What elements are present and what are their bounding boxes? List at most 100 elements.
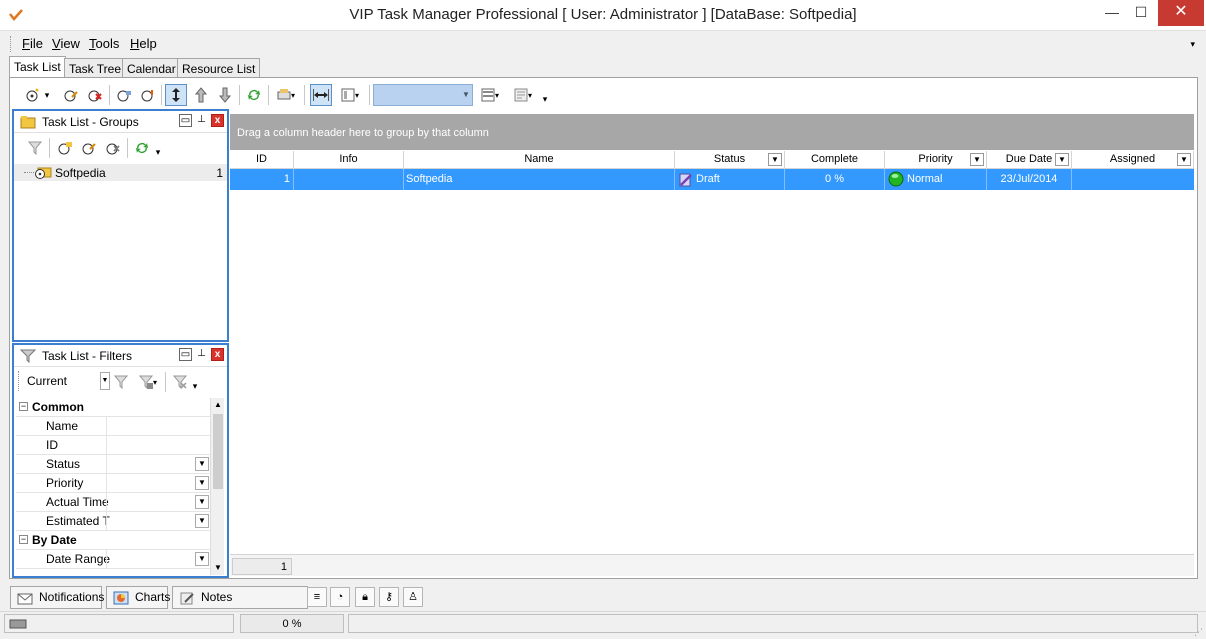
tab-task-tree[interactable]: Task Tree [64, 58, 127, 78]
column-header-assigned[interactable]: Assigned ▼ [1072, 151, 1194, 169]
menu-overflow-icon[interactable]: ▾ [1190, 39, 1195, 50]
panel-close-icon[interactable]: x [211, 114, 224, 127]
chevron-down-icon[interactable]: ▼ [195, 457, 209, 471]
column-header-complete[interactable]: Complete [785, 151, 885, 169]
tab-notifications[interactable]: Notifications [10, 586, 104, 609]
print-dropdown-icon[interactable]: ▾ [272, 84, 300, 106]
filter-row-status[interactable]: Status ▼ [16, 455, 212, 474]
chevron-down-icon[interactable]: ▼ [195, 476, 209, 490]
chevron-down-icon[interactable]: ▼ [195, 514, 209, 528]
groups-overflow-icon[interactable]: ▾ [153, 141, 163, 163]
scroll-thumb[interactable] [213, 414, 223, 489]
tab-resource-list[interactable]: Resource List [177, 58, 261, 78]
notes-task-icon[interactable]: ◔ [330, 587, 350, 607]
toolbar-overflow-icon[interactable]: ▾ [539, 88, 551, 110]
category-common[interactable]: − Common [16, 398, 212, 417]
column-layout-icon[interactable]: ▾ [335, 84, 365, 106]
new-task-dropdown-icon[interactable]: ▾ [42, 84, 52, 106]
close-button[interactable]: ✕ [1158, 0, 1204, 26]
tab-charts[interactable]: Charts [106, 586, 170, 609]
column-header-status[interactable]: Status ▼ [675, 151, 785, 169]
chevron-down-icon[interactable]: ▼ [768, 153, 782, 166]
menu-tools[interactable]: Tools [89, 36, 119, 51]
edit-group-icon[interactable] [78, 137, 100, 159]
filter-value-field[interactable]: ▼ [106, 512, 211, 530]
menu-help[interactable]: Help [130, 36, 157, 51]
filter-row-actual-time[interactable]: Actual Time ▼ [16, 493, 212, 512]
filter-value-field[interactable]: ▼ [106, 455, 211, 473]
column-header-name[interactable]: Name [404, 151, 675, 169]
tab-notes[interactable]: Notes [172, 586, 308, 609]
notes-list-icon[interactable]: ≡ [307, 587, 327, 607]
filters-overflow-icon[interactable]: ▾ [190, 375, 200, 397]
collapse-icon[interactable]: − [19, 402, 28, 411]
add-group-icon[interactable] [54, 137, 76, 159]
new-task-icon[interactable] [22, 84, 44, 106]
collapse-icon[interactable]: − [19, 535, 28, 544]
column-header-info[interactable]: Info [294, 151, 404, 169]
filter-row-name[interactable]: Name [16, 417, 212, 436]
tab-task-list[interactable]: Task List [9, 56, 66, 78]
filter-value-field[interactable] [106, 417, 211, 435]
notes-pen-icon [180, 592, 194, 605]
filter-row-id[interactable]: ID [16, 436, 212, 455]
chevron-down-icon[interactable]: ▼ [970, 153, 984, 166]
scroll-down-icon[interactable]: ▼ [211, 561, 225, 575]
filter-current-combo[interactable]: Current ▼ [18, 371, 110, 391]
panel-restore-icon[interactable]: ▭ [179, 348, 192, 361]
lock-icon[interactable]: 🔒︎ [355, 587, 375, 607]
move-task-icon[interactable] [165, 84, 187, 106]
column-header-priority[interactable]: Priority ▼ [885, 151, 987, 169]
scroll-up-icon[interactable]: ▲ [211, 398, 225, 412]
maximize-button[interactable]: ☐ [1127, 0, 1155, 26]
report-options-icon[interactable]: ▾ [509, 84, 537, 106]
panel-pin-icon[interactable]: ⊥ [195, 348, 208, 361]
filter-row-date-range[interactable]: Date Range ▼ [16, 550, 212, 569]
filter-row-estimated-time[interactable]: Estimated T ▼ [16, 512, 212, 531]
table-row[interactable]: 1 Softpedia Draft 0 % Normal 23/Jul/2014 [230, 169, 1194, 190]
edit-task-icon[interactable] [60, 84, 82, 106]
menu-view[interactable]: View [52, 36, 80, 51]
filter-funnel-icon[interactable] [24, 137, 46, 159]
column-header-id[interactable]: ID [230, 151, 294, 169]
delete-task-icon[interactable] [84, 84, 106, 106]
delete-group-icon[interactable] [102, 137, 124, 159]
fit-columns-icon[interactable] [310, 84, 332, 106]
filter-value-field[interactable]: ▼ [106, 493, 211, 511]
move-down-icon[interactable] [214, 84, 236, 106]
groups-tree-item[interactable]: Softpedia 1 [14, 164, 227, 181]
resize-grip-icon[interactable]: ⋰ [1194, 627, 1204, 637]
refresh-icon[interactable] [243, 84, 265, 106]
panel-close-icon[interactable]: x [211, 348, 224, 361]
task-properties-icon[interactable] [113, 84, 135, 106]
chevron-down-icon[interactable]: ▼ [460, 85, 472, 105]
task-reminder-icon[interactable] [137, 84, 159, 106]
refresh-groups-icon[interactable] [131, 137, 153, 159]
menu-file[interactable]: File [22, 36, 43, 51]
tab-calendar[interactable]: Calendar [122, 58, 181, 78]
panel-restore-icon[interactable]: ▭ [179, 114, 192, 127]
category-by-date[interactable]: − By Date [16, 531, 212, 550]
user-icon[interactable]: ♙ [403, 587, 423, 607]
minimize-button[interactable]: — [1098, 0, 1126, 26]
key-icon[interactable]: ⚷ [379, 587, 399, 607]
filter-value-field[interactable]: ▼ [106, 474, 211, 492]
filters-scrollbar[interactable]: ▲ ▼ [210, 398, 224, 575]
clear-filter-icon[interactable] [169, 371, 191, 393]
apply-filter-icon[interactable] [110, 371, 132, 393]
view-options-icon[interactable]: ▾ [476, 84, 504, 106]
save-filter-icon[interactable]: ▾ [134, 371, 162, 393]
group-by-area[interactable]: Drag a column header here to group by th… [230, 114, 1194, 150]
filter-combo[interactable]: ▼ [373, 84, 473, 106]
move-up-icon[interactable] [190, 84, 212, 106]
filter-value-field[interactable] [106, 436, 211, 454]
chevron-down-icon[interactable]: ▼ [100, 372, 110, 390]
filter-row-priority[interactable]: Priority ▼ [16, 474, 212, 493]
column-header-due-date[interactable]: Due Date ▼ [987, 151, 1072, 169]
chevron-down-icon[interactable]: ▼ [195, 552, 209, 566]
chevron-down-icon[interactable]: ▼ [1177, 153, 1191, 166]
panel-pin-icon[interactable]: ⊥ [195, 114, 208, 127]
filter-value-field[interactable]: ▼ [106, 550, 211, 568]
chevron-down-icon[interactable]: ▼ [195, 495, 209, 509]
chevron-down-icon[interactable]: ▼ [1055, 153, 1069, 166]
